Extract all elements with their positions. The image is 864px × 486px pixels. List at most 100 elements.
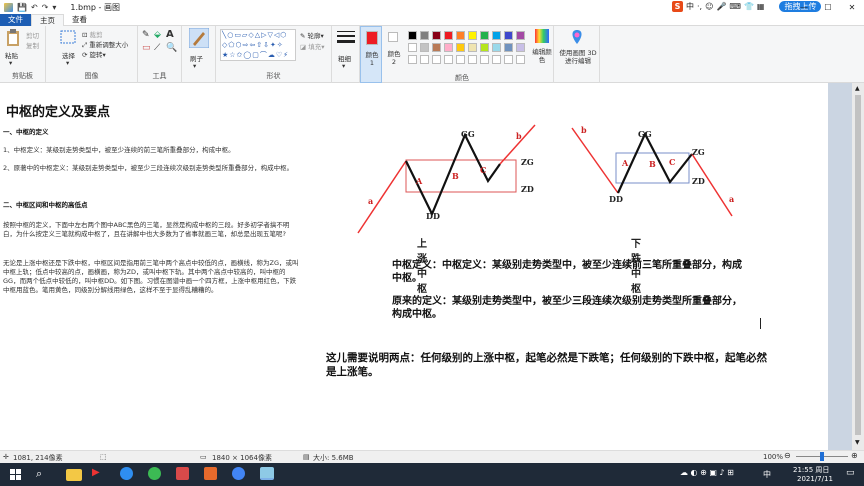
custom-color-swatch[interactable] (516, 55, 525, 64)
windows-start-icon[interactable] (8, 467, 24, 482)
scroll-up-icon[interactable]: ▲ (855, 85, 860, 92)
text-icon[interactable]: A (166, 29, 174, 40)
image-canvas[interactable]: 中枢的定义及要点 一、中枢的定义 1、中枢定义：某级别走势类型中，被至少连续的前… (0, 83, 828, 450)
close-button[interactable]: ✕ (840, 0, 864, 14)
copy-button[interactable]: 复制 (26, 40, 39, 50)
color2-swatch[interactable] (388, 32, 398, 42)
search-icon[interactable]: ⌕ (36, 467, 52, 482)
palette-swatch[interactable] (468, 31, 477, 40)
wechat-icon[interactable] (148, 467, 161, 480)
outline-button[interactable]: ✎ 轮廓▾ (300, 30, 324, 40)
palette-swatch[interactable] (480, 43, 489, 52)
cut-button[interactable]: 剪切 (26, 30, 39, 40)
file-explorer-icon[interactable] (66, 469, 82, 481)
section2-title: 二、中枢区间和中枢的高低点 (3, 201, 88, 209)
color-picker-icon[interactable]: ⟋ (154, 43, 160, 53)
redo-icon[interactable]: ↷ (42, 3, 49, 12)
palette-swatch[interactable] (408, 31, 417, 40)
scroll-down-icon[interactable]: ▼ (855, 439, 860, 446)
palette-swatch[interactable] (492, 31, 501, 40)
tab-view[interactable]: 查看 (64, 14, 95, 26)
palette-swatch[interactable] (420, 43, 429, 52)
video-app-icon[interactable]: ▶ (92, 467, 108, 482)
keyboard-icon[interactable]: ⌨ (729, 2, 741, 11)
custom-color-swatch[interactable] (468, 55, 477, 64)
paste-icon[interactable] (6, 29, 20, 47)
grid-icon[interactable]: ▦ (757, 2, 765, 11)
custom-color-swatch[interactable] (504, 55, 513, 64)
customize-quick-access-icon[interactable]: ▾ (52, 3, 56, 12)
zoom-in-icon[interactable]: ⊕ (851, 451, 858, 460)
custom-color-swatch[interactable] (444, 55, 453, 64)
app-orange-icon[interactable] (204, 467, 217, 480)
custom-color-swatch[interactable] (480, 55, 489, 64)
palette-swatch[interactable] (516, 43, 525, 52)
shapes-gallery[interactable]: ╲○▭▱◇△▷▽◁⬡ ◇⬠⬡⇨⇦⇧⇩✦✧ ★☆✩◯▢⌒☁♡⚡ (220, 29, 296, 61)
magnifier-icon[interactable]: 🔍 (166, 43, 177, 53)
zoom-slider-thumb[interactable] (820, 452, 824, 461)
color1-swatch[interactable] (366, 31, 378, 45)
edit-colors-button[interactable]: 编辑颜色 (531, 48, 553, 64)
browser-icon[interactable] (232, 467, 245, 480)
custom-color-swatch[interactable] (456, 55, 465, 64)
taskbar-lang[interactable]: 中 (763, 469, 771, 480)
down-zg-label: ZG (692, 147, 705, 157)
emoji-icon[interactable]: ☺ (705, 2, 713, 11)
brush-icon[interactable] (189, 28, 209, 48)
fill-button[interactable]: ◪ 填充▾ (300, 41, 325, 51)
palette-swatch[interactable] (492, 43, 501, 52)
zoom-slider[interactable] (796, 452, 848, 461)
rotate-button[interactable]: ⟳ 旋转▾ (82, 49, 106, 59)
palette-swatch[interactable] (408, 43, 417, 52)
skin-icon[interactable]: 👕 (744, 2, 754, 11)
color1-group[interactable]: 颜色 1 (360, 26, 382, 83)
zoom-out-icon[interactable]: ⊖ (784, 451, 791, 460)
palette-swatch[interactable] (480, 31, 489, 40)
custom-color-swatch[interactable] (420, 55, 429, 64)
brushes-button[interactable]: 刷子 (190, 53, 203, 63)
minimize-button[interactable]: — (792, 0, 816, 14)
maximize-button[interactable]: ☐ (816, 0, 840, 14)
palette-swatch[interactable] (444, 43, 453, 52)
sogou-icon[interactable]: S (672, 1, 683, 12)
paint-app-icon[interactable] (4, 2, 13, 12)
pencil-icon[interactable]: ✎ (142, 30, 150, 40)
custom-color-swatch[interactable] (432, 55, 441, 64)
paint-taskbar-icon[interactable] (260, 467, 274, 480)
palette-swatch[interactable] (504, 31, 513, 40)
punctuation-icon[interactable]: ·, (697, 2, 702, 11)
palette-swatch[interactable] (516, 31, 525, 40)
rainbow-palette-icon[interactable] (535, 29, 549, 43)
paint3d-icon[interactable] (570, 29, 584, 45)
paint3d-button[interactable]: 使用画图 3D 进行编辑 (556, 49, 600, 65)
palette-swatch[interactable] (456, 43, 465, 52)
scroll-thumb[interactable] (855, 95, 861, 435)
taskbar-date[interactable]: 2021/7/11 (797, 475, 833, 483)
app-red-icon[interactable] (176, 467, 189, 480)
palette-swatch[interactable] (432, 43, 441, 52)
crop-button[interactable]: ⊡ 裁剪 (82, 29, 103, 39)
palette-swatch[interactable] (456, 31, 465, 40)
palette-swatch[interactable] (504, 43, 513, 52)
tab-file[interactable]: 文件 (0, 14, 31, 26)
undo-icon[interactable]: ↶ (31, 3, 38, 12)
app-blue-icon[interactable] (120, 467, 133, 480)
eraser-icon[interactable]: ▭ (142, 43, 151, 53)
palette-swatch[interactable] (420, 31, 429, 40)
palette-swatch[interactable] (468, 43, 477, 52)
size-icon[interactable] (337, 30, 355, 46)
save-icon[interactable]: 💾 (17, 3, 27, 12)
tab-home[interactable]: 主页 (31, 14, 64, 26)
select-icon[interactable] (60, 30, 76, 44)
vertical-scrollbar[interactable]: ▲ ▼ (852, 83, 864, 450)
tray-icons[interactable]: ☁ ◐ ⊕ ▣ ♪ ⊞ (680, 468, 734, 477)
ime-lang[interactable]: 中 (686, 1, 694, 12)
mic-icon[interactable]: 🎤 (716, 2, 726, 11)
custom-color-swatch[interactable] (492, 55, 501, 64)
notification-icon[interactable]: ▭ (846, 468, 855, 478)
custom-color-swatch[interactable] (408, 55, 417, 64)
palette-swatch[interactable] (444, 31, 453, 40)
fill-icon[interactable]: ⬙ (154, 30, 161, 40)
palette-swatch[interactable] (432, 31, 441, 40)
taskbar-time[interactable]: 21:55 周日 (793, 465, 829, 475)
